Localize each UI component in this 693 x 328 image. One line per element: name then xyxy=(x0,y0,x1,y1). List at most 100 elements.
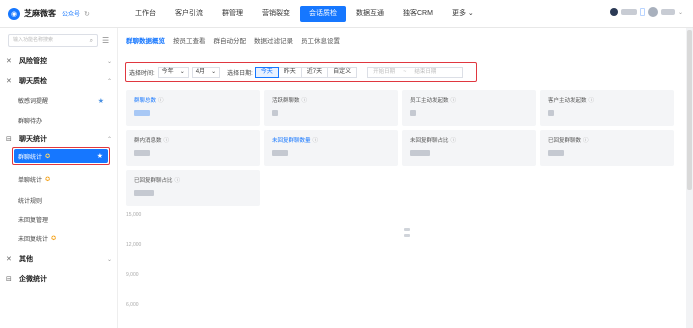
tab-rest-settings[interactable]: 员工休息设置 xyxy=(301,35,340,45)
sidebar-group-wecom-statistics[interactable]: ⊟ 企微统计 xyxy=(6,274,112,284)
search-icon[interactable]: ⌕ xyxy=(90,36,93,47)
chevron-down-icon: ⌄ xyxy=(179,68,185,75)
last-7-days-button[interactable]: 近7天 xyxy=(300,66,329,78)
card-title: 活跃群聊数 ⓘ xyxy=(272,96,307,104)
info-icon[interactable]: ⓘ xyxy=(589,98,595,104)
card-value-redacted xyxy=(272,110,278,116)
sidebar-item-unreplied-management[interactable]: 未回复管理 xyxy=(18,215,108,224)
sidebar-group-other[interactable]: ✕ 其他 ⌄ xyxy=(6,254,112,264)
info-icon[interactable]: ⓘ xyxy=(451,98,457,104)
history-icon[interactable]: ↻ xyxy=(84,10,90,18)
sidebar-item-label: 统计规则 xyxy=(18,199,43,205)
date-range-picker[interactable]: 开始日期 ~ 结束日期 xyxy=(367,66,464,78)
year-value: 今年 xyxy=(161,68,174,75)
chart-mark-redacted xyxy=(404,234,410,237)
tab-group-overview[interactable]: 群聊数据概览 xyxy=(126,35,165,45)
user-name-redacted xyxy=(660,9,675,15)
sidebar-group-risk[interactable]: ✕ 风险管控 ⌄ xyxy=(6,56,112,66)
metric-card-employee-initiated: 员工主动发起数 ⓘ xyxy=(402,90,536,126)
nav-item-data-sync[interactable]: 数据互通 xyxy=(347,6,393,22)
nav-item-workbench[interactable]: 工作台 xyxy=(126,6,165,22)
card-title-text: 群内消息数 xyxy=(134,138,162,144)
card-title-text: 未回复群聊数量 xyxy=(272,138,311,144)
medal-icon: ✪ xyxy=(45,177,51,183)
sidebar-item-group-statistics[interactable]: 群聊统计 ✪ ★ xyxy=(14,149,108,163)
tab-filter-records[interactable]: 数据过滤记录 xyxy=(254,35,293,45)
custom-button[interactable]: 自定义 xyxy=(327,66,358,78)
date-label: 选择日期: xyxy=(227,70,253,77)
info-icon[interactable]: ⓘ xyxy=(451,138,457,144)
sidebar-item-sensitive-words[interactable]: 敏感词提醒 ★ xyxy=(18,96,108,106)
info-icon[interactable]: ⓘ xyxy=(302,98,308,104)
card-title: 群内消息数 ⓘ xyxy=(134,136,169,144)
sidebar-item-label: 未回复管理 xyxy=(18,218,49,224)
sidebar-item-unreplied-statistics[interactable]: 未回复统计 ✪ xyxy=(18,234,108,243)
month-select[interactable]: 4月 ⌄ xyxy=(191,66,221,78)
sidebar-item-group-todo[interactable]: 群聊待办 xyxy=(18,116,108,125)
brand: ◉ 芝麻微客 公众号 ↻ xyxy=(0,7,126,20)
nav-item-crm[interactable]: 独客CRM xyxy=(394,6,442,22)
page-scrollbar[interactable] xyxy=(686,28,693,328)
card-title-text: 活跃群聊数 xyxy=(272,98,300,104)
sidebar-group-chat-statistics[interactable]: ⊟ 聊天统计 ⌃ xyxy=(6,134,112,144)
top-nav: 工作台 客户引流 群管理 营销裂变 会话质检 数据互通 独客CRM 更多 ⌄ xyxy=(126,0,484,28)
info-icon[interactable]: ⓘ xyxy=(175,178,181,184)
menu-toggle-icon[interactable]: ☰ xyxy=(102,36,109,45)
yesterday-button[interactable]: 昨天 xyxy=(277,66,302,78)
tab-auto-assign[interactable]: 群自动分配 xyxy=(214,35,247,45)
card-value-redacted xyxy=(134,150,150,156)
chevron-down-icon[interactable]: ⌄ xyxy=(678,9,683,16)
info-icon[interactable]: ⓘ xyxy=(164,138,170,144)
sidebar-search-input[interactable]: 输入功能名称搜索 ⌕ xyxy=(8,34,98,47)
sidebar-group-label: 聊天统计 xyxy=(19,136,47,143)
sidebar-item-label: 群聊统计 xyxy=(18,154,43,161)
card-title: 已回复群聊占比 ⓘ xyxy=(134,176,180,184)
metric-card-replied-ratio: 已回复群聊占比 ⓘ xyxy=(126,170,260,206)
sidebar-group-label: 聊天质检 xyxy=(19,78,47,85)
sidebar-item-single-statistics[interactable]: 单聊统计 ✪ xyxy=(18,175,108,184)
chevron-down-icon: ⌄ xyxy=(106,256,112,263)
wecom-icon: ⊟ xyxy=(6,276,12,283)
y-tick-label: 9,000 xyxy=(126,272,139,278)
star-icon[interactable]: ★ xyxy=(97,152,103,160)
brand-subtitle[interactable]: 公众号 xyxy=(62,9,80,18)
nav-item-group-management[interactable]: 群管理 xyxy=(213,6,252,22)
period-label: 选择时间: xyxy=(129,70,155,77)
tab-by-employee[interactable]: 按员工查看 xyxy=(173,35,206,45)
info-icon[interactable]: ⓘ xyxy=(313,138,319,144)
today-button[interactable]: 今天 xyxy=(254,66,279,78)
risk-icon: ✕ xyxy=(6,58,12,65)
card-title: 客户主动发起数 ⓘ xyxy=(548,96,594,104)
sidebar-item-label: 敏感词提醒 xyxy=(18,99,49,105)
metric-card-active-groups: 活跃群聊数 ⓘ xyxy=(264,90,398,126)
metric-card-total-groups: 群聊总数 ⓘ xyxy=(126,90,260,126)
main-content: 群聊数据概览 按员工查看 群自动分配 数据过滤记录 员工休息设置 选择时间: 今… xyxy=(118,28,686,328)
card-title-text: 群聊总数 xyxy=(134,98,157,104)
status-icon xyxy=(609,8,618,16)
nav-item-session-inspection[interactable]: 会话质检 xyxy=(300,5,346,22)
chevron-up-icon: ⌃ xyxy=(106,136,112,143)
chevron-up-icon: ⌃ xyxy=(106,78,112,85)
info-icon[interactable]: ⓘ xyxy=(158,98,164,104)
sidebar-item-label: 群聊待办 xyxy=(18,119,43,125)
metric-card-group-messages: 群内消息数 ⓘ xyxy=(126,130,260,166)
month-value: 4月 xyxy=(195,68,206,75)
inspection-icon: ✕ xyxy=(6,78,12,85)
nav-item-more[interactable]: 更多 ⌄ xyxy=(443,6,483,22)
year-select[interactable]: 今年 ⌄ xyxy=(157,66,189,78)
info-icon[interactable]: ⓘ xyxy=(583,138,589,144)
nav-item-marketing[interactable]: 营销裂变 xyxy=(253,6,299,22)
avatar[interactable] xyxy=(647,7,658,17)
nav-item-acquisition[interactable]: 客户引流 xyxy=(166,6,212,22)
trend-chart: 15,000 12,000 9,000 6,000 xyxy=(118,208,686,328)
card-title: 群聊总数 ⓘ xyxy=(134,96,164,104)
card-title: 未回复群聊占比 ⓘ xyxy=(410,136,456,144)
scrollbar-thumb[interactable] xyxy=(687,30,692,190)
sidebar-group-chat-inspection[interactable]: ✕ 聊天质检 ⌃ xyxy=(6,76,112,86)
chevron-down-icon: ⌄ xyxy=(211,68,217,75)
card-value-redacted xyxy=(548,150,564,156)
account-area[interactable]: ⌄ xyxy=(609,7,683,17)
sidebar-item-statistics-rules[interactable]: 统计规则 xyxy=(18,196,108,205)
star-icon[interactable]: ★ xyxy=(98,97,104,105)
brand-logo-icon: ◉ xyxy=(8,7,20,20)
